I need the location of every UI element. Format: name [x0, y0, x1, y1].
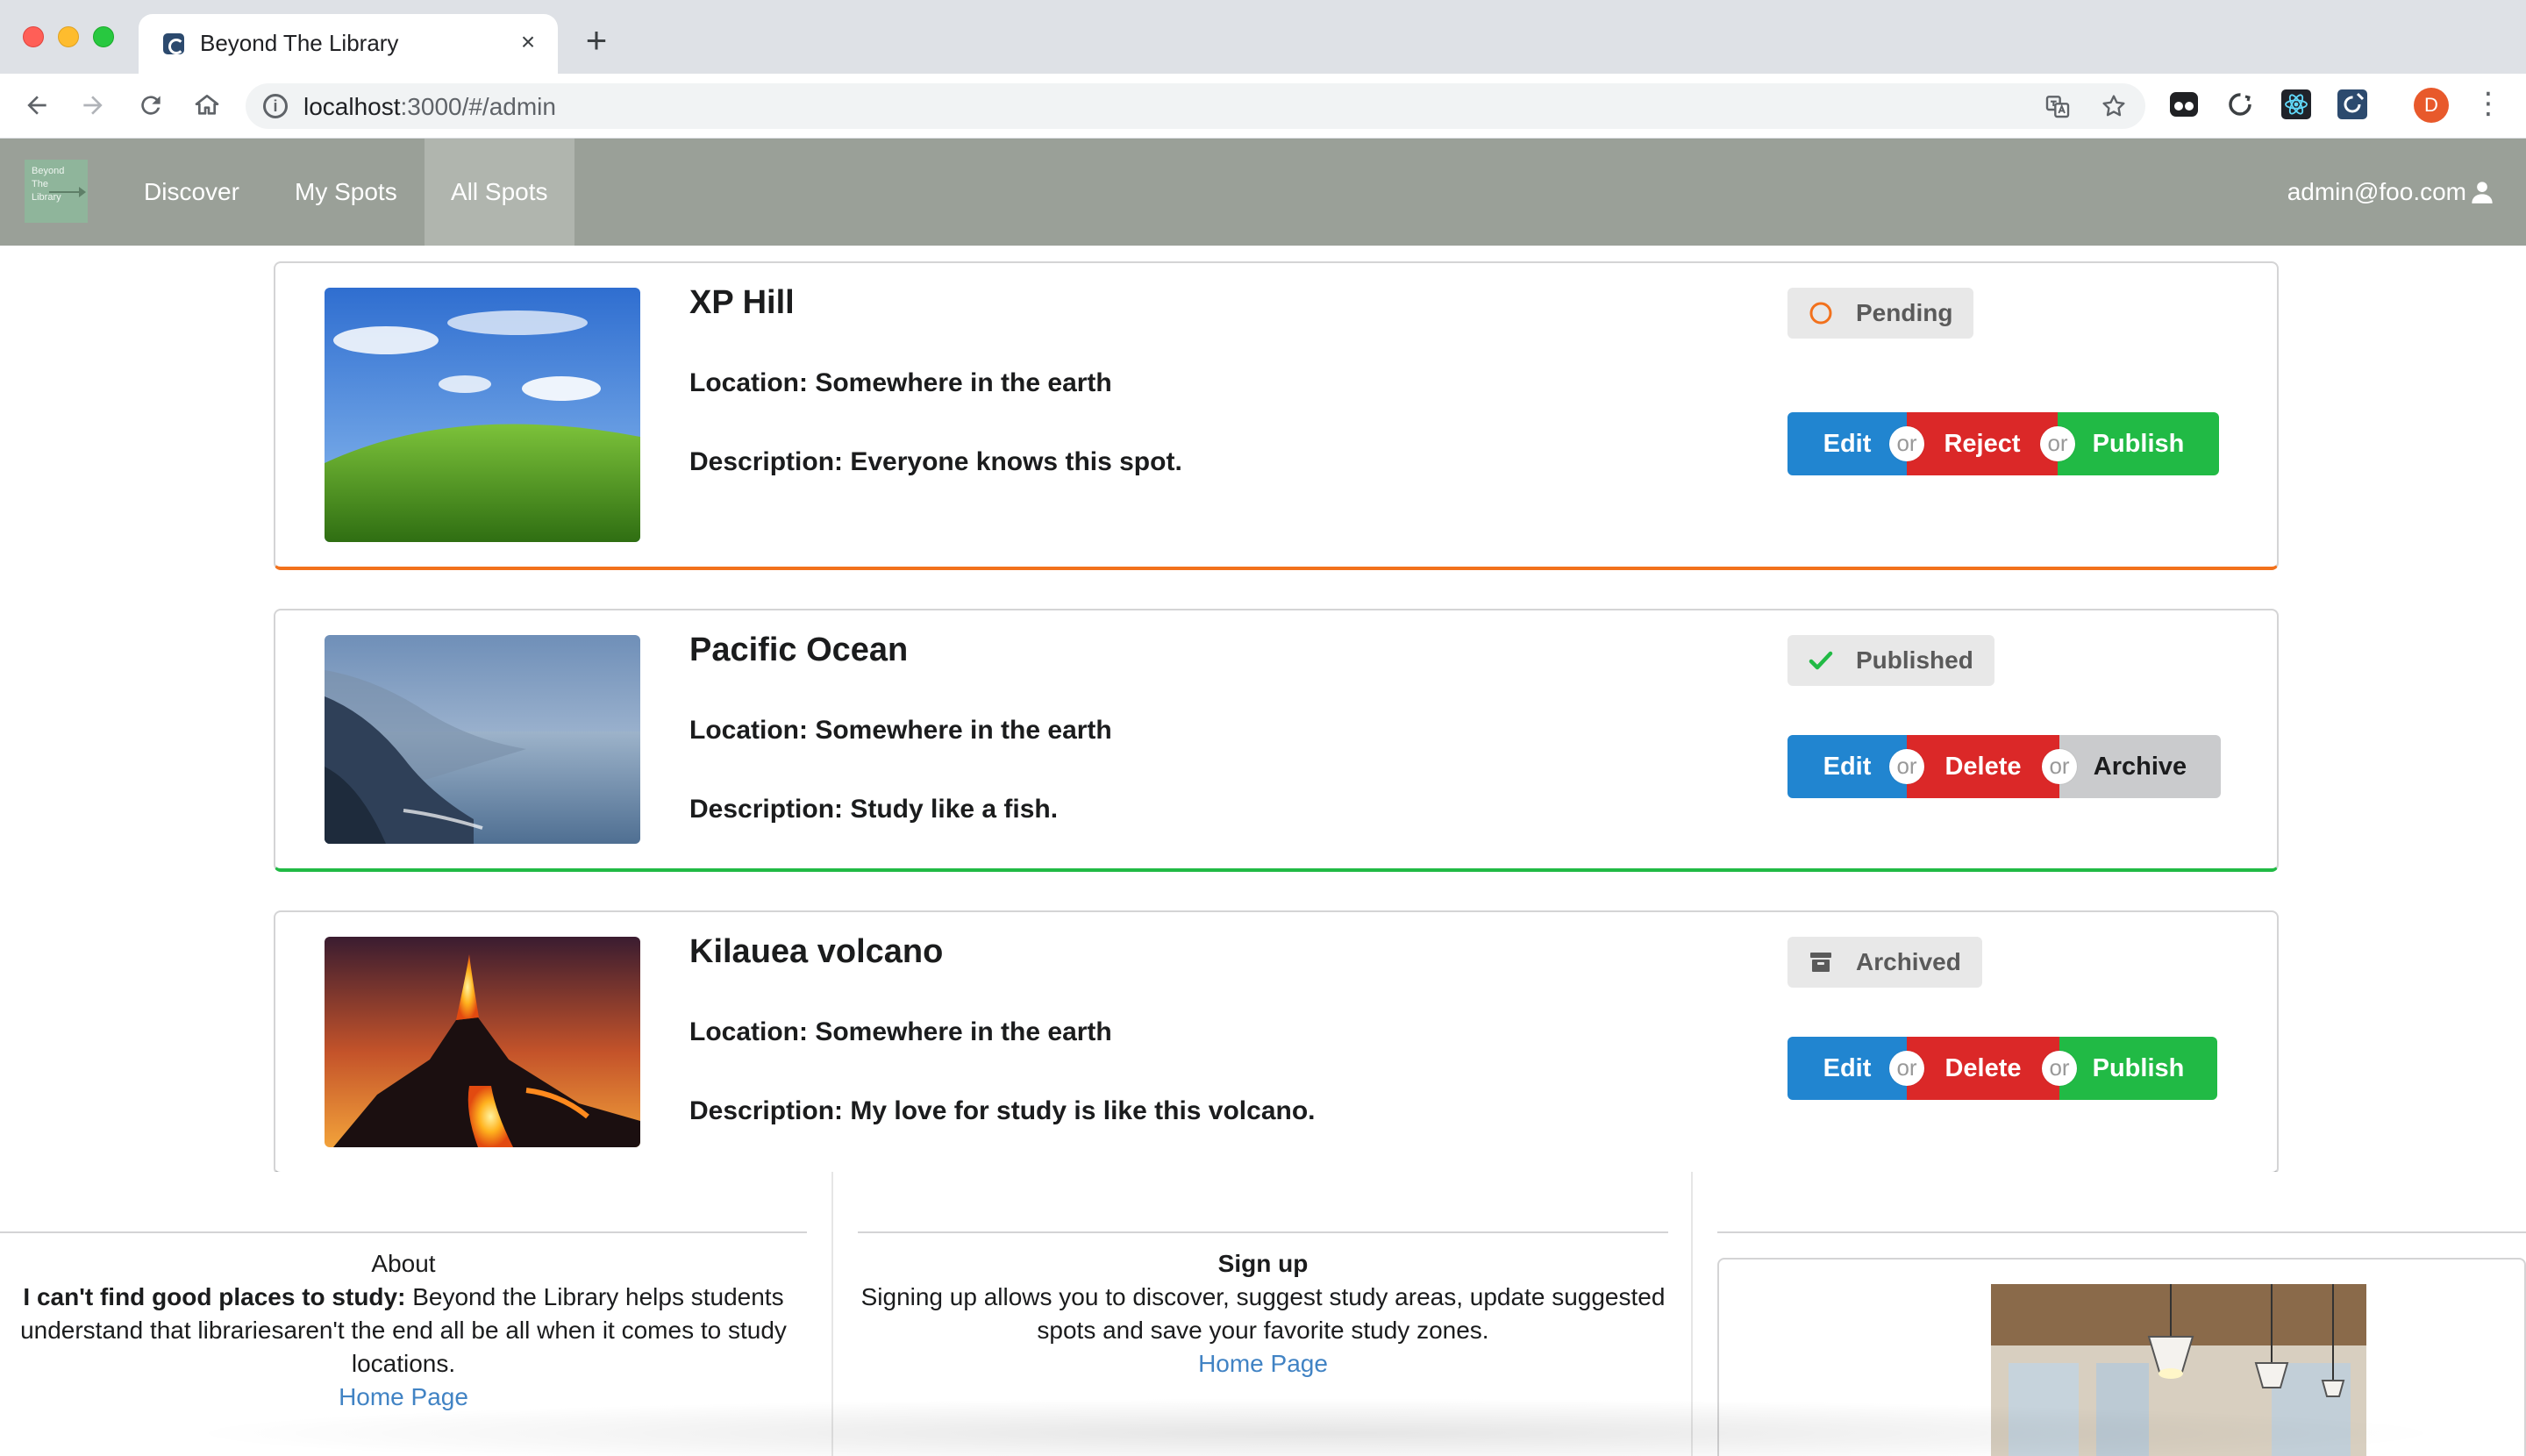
nav-my-spots[interactable]: My Spots [268, 139, 424, 246]
spot-location: Location: Somewhere in the earth [689, 368, 1112, 397]
spot-card: Kilauea volcano Location: Somewhere in t… [274, 910, 2279, 1175]
forward-arrow-icon[interactable] [74, 86, 112, 125]
or-label: or [1889, 1051, 1924, 1086]
about-body: I can't find good places to study: Beyon… [0, 1281, 807, 1381]
status-badge: Published [1787, 635, 1994, 686]
spot-description: Description: Study like a fish. [689, 795, 1059, 824]
signup-heading: Sign up [1217, 1250, 1309, 1277]
checkmark-icon [1809, 651, 1833, 670]
status-badge: Archived [1787, 937, 1982, 988]
or-label: or [1889, 426, 1924, 461]
footer-image-card [1717, 1258, 2526, 1456]
footer-signup: Sign up Signing up allows you to discove… [833, 1172, 1691, 1456]
spot-card: Pacific Ocean Location: Somewhere in the… [274, 609, 2279, 872]
archive-button[interactable]: Archive [2059, 735, 2221, 798]
browser-toolbar: i localhost:3000/#/admin D ⋮ [0, 74, 2526, 139]
delete-button[interactable]: Delete [1907, 1037, 2059, 1100]
spot-description: Description: My love for study is like t… [689, 1096, 1316, 1125]
extension-sync-icon[interactable] [2224, 89, 2256, 120]
status-label: Published [1856, 646, 1973, 674]
publish-button[interactable]: Publish [2058, 412, 2219, 475]
footer-about: About I can't find good places to study:… [0, 1172, 831, 1456]
status-label: Pending [1856, 299, 1953, 326]
spot-image [325, 635, 640, 844]
signup-body: Signing up allows you to discover, sugge… [860, 1283, 1666, 1344]
tab-title: Beyond The Library [200, 30, 399, 56]
browser-tab[interactable]: Beyond The Library × [139, 14, 558, 74]
nav-all-spots[interactable]: All Spots [425, 139, 574, 246]
browser-menu-icon[interactable]: ⋮ [2473, 88, 2503, 123]
reload-icon[interactable] [132, 86, 170, 125]
footer-rule [858, 1231, 1668, 1233]
browser-tab-strip: Beyond The Library × + [0, 0, 2526, 74]
extension-redux-icon[interactable] [2337, 89, 2368, 120]
action-buttons: Edit or Reject or Publish [1787, 412, 2219, 475]
address-bar[interactable]: i localhost:3000/#/admin [246, 83, 2145, 129]
spot-image [325, 937, 640, 1147]
app-navbar: Beyond The Library Discover My Spots All… [0, 139, 2526, 246]
about-lead: I can't find good places to study: [23, 1283, 406, 1310]
about-home-link[interactable]: Home Page [0, 1381, 807, 1414]
extension-glasses-icon[interactable] [2168, 89, 2200, 120]
url-host: localhost [303, 93, 401, 120]
bookmark-star-icon[interactable] [2098, 90, 2130, 122]
home-icon[interactable] [188, 86, 226, 125]
spot-title: Kilauea volcano [689, 933, 944, 970]
signup-block: Sign up Signing up allows you to discove… [858, 1247, 1668, 1381]
signup-home-link[interactable]: Home Page [858, 1347, 1668, 1381]
logo-arrow-icon [49, 187, 86, 197]
tab-close-icon[interactable]: × [512, 26, 544, 58]
spot-title: Pacific Ocean [689, 632, 909, 668]
about-heading: About [371, 1250, 436, 1277]
url-path: :3000/#/admin [400, 93, 556, 120]
footer-rule [1717, 1231, 2526, 1233]
new-tab-button[interactable]: + [577, 22, 616, 61]
action-buttons: Edit or Delete or Archive [1787, 735, 2221, 798]
site-info-icon[interactable]: i [263, 94, 288, 118]
status-badge: Pending [1787, 288, 1974, 339]
nav-discover[interactable]: Discover [118, 139, 266, 246]
or-label: or [2042, 1051, 2077, 1086]
or-label: or [2042, 749, 2077, 784]
archive-box-icon [1810, 953, 1831, 972]
address-url: localhost:3000/#/admin [303, 93, 556, 121]
or-label: or [1889, 749, 1924, 784]
logo-line-1: Beyond [32, 166, 65, 176]
app-logo[interactable]: Beyond The Library [25, 160, 88, 223]
page-footer: About I can't find good places to study:… [0, 1172, 2526, 1456]
delete-button[interactable]: Delete [1907, 735, 2059, 798]
profile-avatar[interactable]: D [2414, 88, 2449, 123]
translate-icon[interactable] [2042, 90, 2073, 122]
circle-outline-icon [1809, 302, 1832, 325]
about-block: About I can't find good places to study:… [0, 1247, 807, 1414]
status-label: Archived [1856, 948, 1961, 975]
back-arrow-icon[interactable] [18, 86, 56, 125]
spot-location: Location: Somewhere in the earth [689, 1017, 1112, 1046]
spot-image [325, 288, 640, 542]
reject-button[interactable]: Reject [1907, 412, 2058, 475]
extension-react-icon[interactable] [2280, 89, 2312, 120]
spot-card: XP Hill Location: Somewhere in the earth… [274, 261, 2279, 570]
action-buttons: Edit or Delete or Publish [1787, 1037, 2217, 1100]
tab-favicon-icon [163, 33, 184, 54]
footer-rule [0, 1231, 807, 1233]
or-label: or [2040, 426, 2075, 461]
user-icon [2472, 182, 2493, 203]
publish-button[interactable]: Publish [2059, 1037, 2217, 1100]
user-menu[interactable]: admin@foo.com [2287, 139, 2494, 246]
spot-title: XP Hill [689, 284, 795, 321]
study-space-photo [1991, 1284, 2366, 1456]
window-minimize-button[interactable] [58, 26, 79, 47]
spot-location: Location: Somewhere in the earth [689, 716, 1112, 745]
user-email: admin@foo.com [2287, 178, 2466, 205]
window-close-button[interactable] [23, 26, 44, 47]
window-maximize-button[interactable] [93, 26, 114, 47]
spot-description: Description: Everyone knows this spot. [689, 447, 1182, 476]
